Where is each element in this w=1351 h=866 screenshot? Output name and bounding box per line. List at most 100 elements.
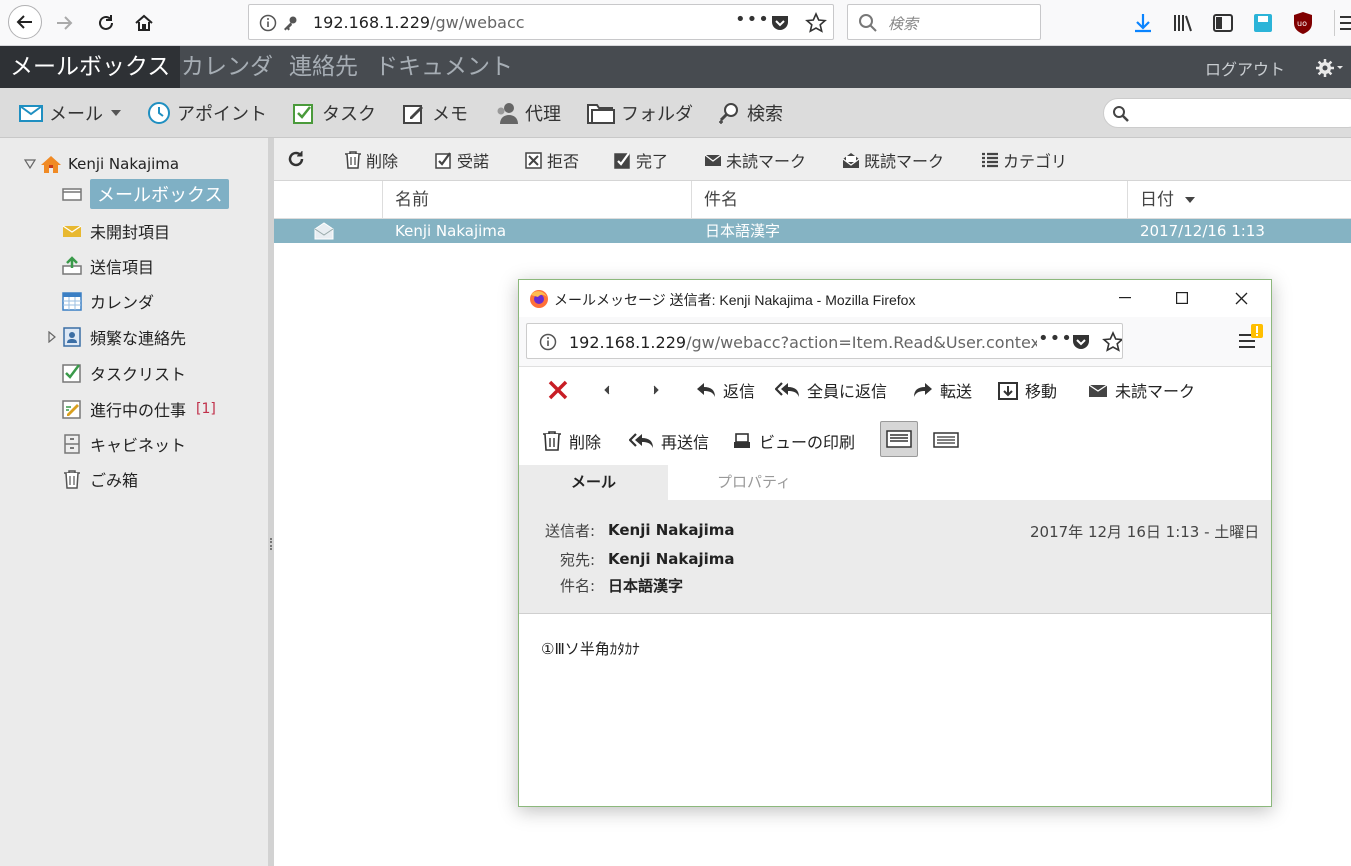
previous-message-button[interactable] <box>603 375 611 405</box>
resend-button[interactable]: 再送信 <box>629 426 709 456</box>
update-alert-icon[interactable] <box>1251 324 1263 338</box>
sidebar-item-sent[interactable]: 送信項目 <box>62 251 154 281</box>
sidebar-item-user-root[interactable]: Kenji Nakajima <box>24 149 179 179</box>
main-toolbar: メール アポイント タスク メモ 代理 フォルダ 検索 <box>0 88 1351 138</box>
sidebar-item-frequent-contacts[interactable]: 頻繁な連絡先 <box>48 322 186 352</box>
find-button[interactable]: 検索 <box>716 98 783 128</box>
print-view-button[interactable]: ビューの印刷 <box>731 426 855 456</box>
delete-label: 削除 <box>366 152 399 171</box>
from-label: 送信者: <box>544 522 595 540</box>
find-magnifier-icon <box>719 103 738 124</box>
reply-all-button[interactable]: 全員に返信 <box>775 375 887 405</box>
item-list-toolbar: 削除 受諾 拒否 完了 未読マーク 既読マーク カテゴリ <box>274 138 1351 181</box>
delete-button[interactable]: 削除 <box>344 148 398 172</box>
next-message-button[interactable] <box>652 375 660 405</box>
message-tabs: メール プロパティ <box>519 465 1271 500</box>
column-date[interactable]: 日付 <box>1127 181 1351 219</box>
pocket-icon[interactable] <box>1071 332 1091 352</box>
tab-mailbox[interactable]: メールボックス <box>0 46 181 88</box>
save-extension-icon[interactable] <box>1252 12 1274 34</box>
logout-link[interactable]: ログアウト <box>1205 56 1285 80</box>
close-message-button[interactable] <box>547 375 575 405</box>
tab-documents[interactable]: ドキュメント <box>365 46 523 88</box>
from-value[interactable]: Kenji Nakajima <box>608 521 735 539</box>
hamburger-menu-icon[interactable] <box>1340 14 1351 32</box>
page-actions-menu[interactable]: ••• <box>735 9 770 30</box>
popup-address-bar[interactable]: 192.168.1.229/gw/webacc?action=Item.Read… <box>526 323 1123 359</box>
sidebar-item-trash[interactable]: ごみ箱 <box>62 464 138 494</box>
memo-pencil-icon <box>403 105 423 124</box>
tab-properties[interactable]: プロパティ <box>668 465 840 500</box>
sidebar-toggle-icon[interactable] <box>1212 12 1234 34</box>
forward-button[interactable]: 転送 <box>912 375 972 405</box>
expand-triangle-icon[interactable] <box>48 331 56 343</box>
column-subject[interactable]: 件名 <box>691 181 1127 219</box>
envelope-icon <box>62 225 82 237</box>
sidebar-item-task-list[interactable]: タスクリスト <box>62 358 186 388</box>
tab-calendar[interactable]: カレンダ <box>171 46 283 88</box>
delete-button[interactable]: 削除 <box>541 426 601 456</box>
trash-icon <box>543 431 561 451</box>
browser-search-field[interactable]: 検索 <box>847 4 1041 40</box>
mark-read-label: 既読マーク <box>864 152 945 171</box>
tab-mail[interactable]: メール <box>519 465 668 500</box>
download-icon[interactable] <box>1132 12 1154 34</box>
envelope-closed-icon <box>704 154 722 166</box>
quick-search-input[interactable] <box>1103 98 1351 128</box>
page-actions-menu[interactable]: ••• <box>1038 328 1073 349</box>
category-button[interactable]: カテゴリ <box>981 148 1067 172</box>
new-task-button[interactable]: タスク <box>291 98 376 128</box>
back-button[interactable] <box>8 5 42 39</box>
minimize-button[interactable] <box>1114 288 1136 308</box>
view-mode-plain-button[interactable] <box>927 423 965 457</box>
maximize-button[interactable] <box>1171 288 1193 308</box>
message-body: ①Ⅲソ半角ｶﾀｶﾅ <box>541 640 640 658</box>
reply-button[interactable]: 返信 <box>695 375 755 405</box>
bookmark-star-icon[interactable] <box>805 12 827 34</box>
address-bar[interactable]: 192.168.1.229/gw/webacc ••• <box>248 4 834 40</box>
library-icon[interactable] <box>1172 12 1194 34</box>
sidebar-item-work-in-progress[interactable]: 進行中の仕事 [1] <box>62 394 216 424</box>
sidebar-item-cabinet[interactable]: キャビネット <box>62 429 186 459</box>
sidebar-resize-handle[interactable] <box>268 138 274 866</box>
tab-contacts[interactable]: 連絡先 <box>279 46 368 88</box>
mark-unread-button[interactable]: 未読マーク <box>704 148 806 172</box>
forward-label: 転送 <box>940 382 973 401</box>
move-button[interactable]: 移動 <box>997 375 1057 405</box>
bookmark-star-icon[interactable] <box>1102 331 1123 353</box>
info-icon[interactable] <box>259 14 277 32</box>
to-label: 宛先: <box>559 551 595 569</box>
refresh-icon[interactable] <box>286 149 306 169</box>
mark-unread-button[interactable]: 未読マーク <box>1087 375 1195 405</box>
accept-button[interactable]: 受諾 <box>435 148 489 172</box>
reload-button[interactable] <box>90 7 122 39</box>
pocket-icon[interactable] <box>770 13 790 33</box>
home-button[interactable] <box>128 7 160 39</box>
view-mode-header-button[interactable] <box>880 421 918 457</box>
to-value[interactable]: Kenji Nakajima <box>608 550 735 568</box>
complete-button[interactable]: 完了 <box>614 148 668 172</box>
category-list-icon <box>982 152 998 168</box>
accept-label: 受諾 <box>457 152 490 171</box>
new-memo-button[interactable]: メモ <box>401 98 468 128</box>
settings-gear-icon[interactable] <box>1315 58 1345 78</box>
table-row[interactable]: Kenji Nakajima 日本語漢字 2017/12/16 1:13 <box>274 219 1351 243</box>
decline-button[interactable]: 拒否 <box>525 148 579 172</box>
chevron-down-icon[interactable] <box>111 109 121 117</box>
folder-button[interactable]: フォルダ <box>586 98 693 128</box>
new-appointment-button[interactable]: アポイント <box>146 98 267 128</box>
column-name[interactable]: 名前 <box>382 181 691 219</box>
new-mail-button[interactable]: メール <box>18 98 121 128</box>
info-icon[interactable] <box>539 333 557 351</box>
proxy-button[interactable]: 代理 <box>494 98 561 128</box>
grip-dots <box>270 538 272 550</box>
close-window-button[interactable] <box>1230 288 1252 308</box>
collapse-triangle-icon[interactable] <box>24 159 36 169</box>
popup-titlebar: メールメッセージ 送信者: Kenji Nakajima - Mozilla F… <box>519 280 1271 317</box>
mark-read-button[interactable]: 既読マーク <box>842 148 944 172</box>
sidebar-item-unopened[interactable]: 未開封項目 <box>62 216 170 246</box>
forward-button[interactable] <box>48 7 80 39</box>
ublock-shield-icon[interactable]: uo <box>1292 11 1314 35</box>
sidebar-item-calendar[interactable]: カレンダ <box>62 286 154 316</box>
sidebar-item-mailbox[interactable]: メールボックス <box>62 179 230 209</box>
